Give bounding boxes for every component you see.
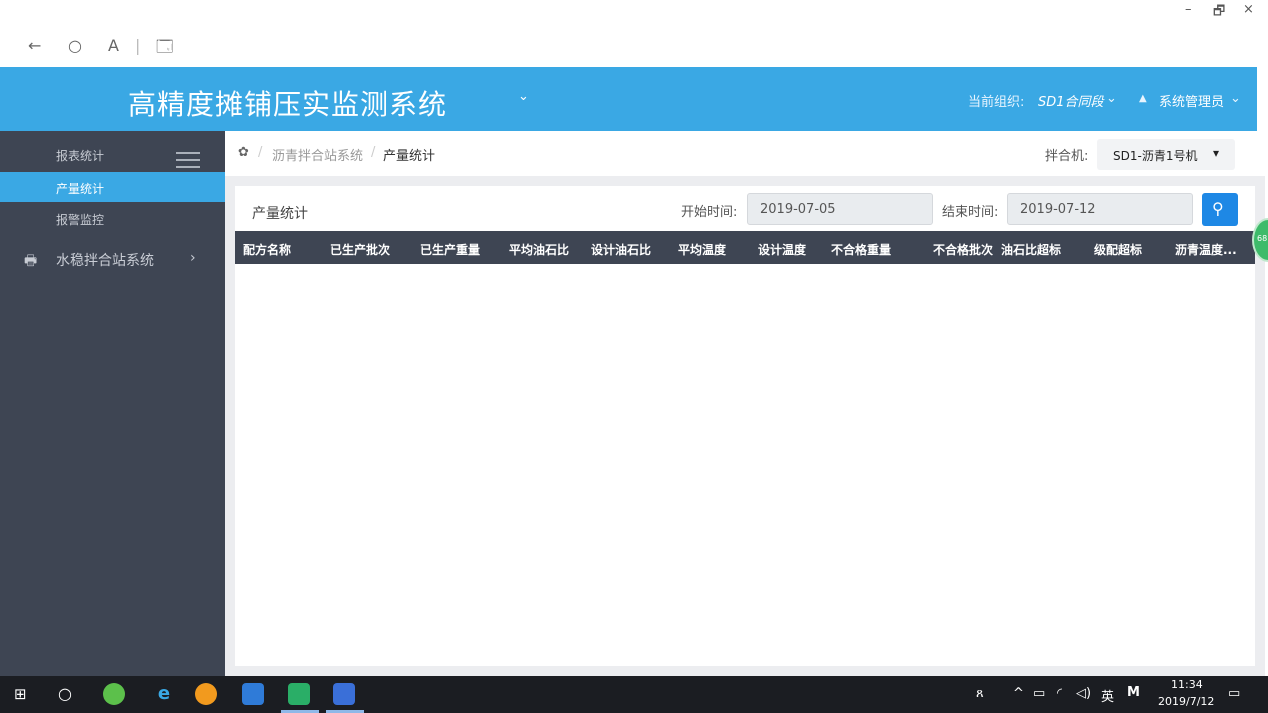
org-selector[interactable]: SD1合同段 xyxy=(1038,91,1104,110)
column-header[interactable]: 不合格重量 xyxy=(831,241,891,258)
caret-down-icon: ▾ xyxy=(1213,146,1220,160)
org-label: 当前组织: xyxy=(968,95,1025,110)
breadcrumb-separator: / xyxy=(258,145,263,160)
start-date-input[interactable]: 2019-07-05 xyxy=(747,193,933,225)
mixer-label: 拌合机: xyxy=(1045,149,1089,164)
printer-icon: 🖶 xyxy=(24,253,38,269)
column-header[interactable]: 配方名称 xyxy=(243,241,291,258)
mixer-select[interactable]: SD1-沥青1号机 ▾ xyxy=(1097,139,1235,170)
chevron-down-icon[interactable]: ⌄ xyxy=(1230,91,1241,106)
wechat-icon[interactable] xyxy=(288,683,310,705)
ime-mode-icon[interactable]: M xyxy=(1127,685,1140,700)
back-icon[interactable]: ← xyxy=(28,36,41,55)
chevron-down-icon[interactable]: ⌄ xyxy=(1106,91,1117,106)
battery-icon[interactable]: ▭ xyxy=(1033,686,1045,701)
end-time-label: 结束时间: xyxy=(942,205,999,220)
user-icon: ▲ xyxy=(1139,93,1147,104)
volume-icon[interactable]: ◁) xyxy=(1076,686,1091,701)
search-icon[interactable]: ○ xyxy=(58,684,72,703)
sidebar-item-label: 报警监控 xyxy=(56,213,105,227)
taskbar: ⊞ ○ e ጸ ^ ▭ ◜ ◁) 英 M 11:34 2019/7/12 ▭ xyxy=(0,676,1268,713)
column-header[interactable]: 平均温度 xyxy=(678,241,726,258)
sidebar-group-label: 水稳拌合站系统 xyxy=(56,253,154,269)
edge-icon[interactable]: e xyxy=(153,683,175,705)
clock-date[interactable]: 2019/7/12 xyxy=(1158,695,1214,708)
column-header[interactable]: 平均油石比 xyxy=(509,241,569,258)
chrome-icon[interactable] xyxy=(195,683,217,705)
sidebar-item-alarm-monitor[interactable]: 报警监控 xyxy=(0,203,225,233)
breadcrumb-separator: / xyxy=(371,145,376,160)
user-menu[interactable]: 系统管理员 xyxy=(1159,91,1224,110)
search-icon: ⚲ xyxy=(1212,199,1224,218)
window-icon[interactable]: 🗔 xyxy=(156,36,173,63)
reader-icon[interactable]: A xyxy=(108,36,119,55)
column-header[interactable]: 沥青温度... xyxy=(1175,241,1237,258)
gear-icon[interactable]: ✿ xyxy=(238,145,249,160)
chevron-down-icon[interactable]: ⌄ xyxy=(518,89,529,104)
wifi-icon[interactable]: ◜ xyxy=(1057,686,1062,701)
person-icon[interactable]: ጸ xyxy=(976,686,984,701)
refresh-icon[interactable]: ○ xyxy=(68,36,82,55)
app-w-icon[interactable] xyxy=(333,683,355,705)
column-header[interactable]: 设计油石比 xyxy=(591,241,651,258)
browser-chrome xyxy=(0,0,1268,67)
badge-count: 68 xyxy=(1257,234,1268,243)
notification-icon[interactable]: ▭ xyxy=(1228,686,1240,701)
nav-divider: | xyxy=(135,36,141,55)
end-date-input[interactable]: 2019-07-12 xyxy=(1007,193,1193,225)
mixer-selected: SD1-沥青1号机 xyxy=(1113,149,1198,163)
start-time-label: 开始时间: xyxy=(681,205,738,220)
chevron-up-icon[interactable]: ^ xyxy=(1013,686,1024,701)
sidebar-item-label: 产量统计 xyxy=(56,182,105,196)
clock-time[interactable]: 11:34 xyxy=(1171,678,1203,691)
app-k-icon[interactable] xyxy=(242,683,264,705)
app-title: 高精度摊铺压实监测系统 xyxy=(128,88,448,121)
windows-start-icon[interactable]: ⊞ xyxy=(14,685,27,703)
sidebar-item-production-stats[interactable]: 产量统计 xyxy=(0,172,225,202)
close-button[interactable]: × xyxy=(1243,2,1254,17)
column-header[interactable]: 不合格批次 xyxy=(933,241,993,258)
column-header[interactable]: 油石比超标 xyxy=(1001,241,1061,258)
chevron-right-icon: › xyxy=(190,250,196,266)
minimize-button[interactable]: – xyxy=(1185,2,1192,17)
breadcrumb-asphalt[interactable]: 沥青拌合站系统 xyxy=(272,145,363,164)
ime-language[interactable]: 英 xyxy=(1101,686,1114,705)
column-header[interactable]: 已生产批次 xyxy=(330,241,390,258)
table-header: 配方名称 已生产批次 已生产重量 平均油石比 设计油石比 平均温度 设计温度 不… xyxy=(235,231,1255,264)
search-button[interactable]: ⚲ xyxy=(1202,193,1238,226)
sidebar-group-water-stable[interactable]: 🖶 水稳拌合站系统 › xyxy=(0,246,225,276)
restore-button[interactable]: 🗗 xyxy=(1213,2,1225,24)
app-header: 高精度摊铺压实监测系统 ⌄ 当前组织: SD1合同段 ⌄ ▲ 系统管理员 ⌄ xyxy=(0,67,1257,131)
browser-360-icon[interactable] xyxy=(103,683,125,705)
menu-toggle-icon[interactable] xyxy=(176,152,200,168)
breadcrumb-current: 产量统计 xyxy=(383,149,436,164)
column-header[interactable]: 级配超标 xyxy=(1094,241,1142,258)
sidebar-item-label: 报表统计 xyxy=(56,149,105,163)
panel-title: 产量统计 xyxy=(252,206,308,222)
column-header[interactable]: 设计温度 xyxy=(758,241,806,258)
column-header[interactable]: 已生产重量 xyxy=(420,241,480,258)
